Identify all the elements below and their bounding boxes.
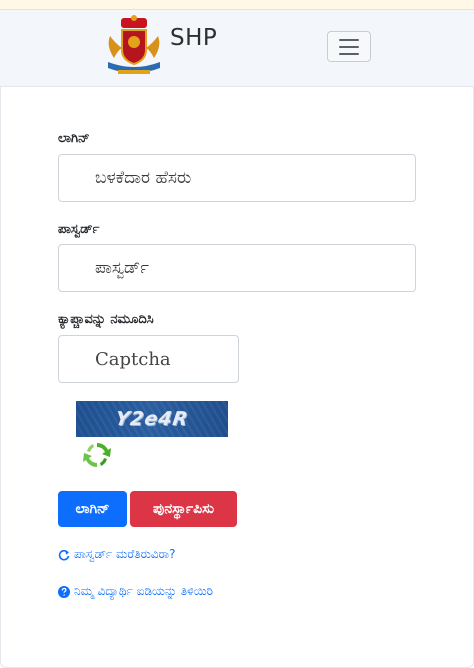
hamburger-menu-icon [339, 38, 359, 41]
brand[interactable]: SHP [104, 14, 217, 76]
forgot-password-link[interactable]: ಪಾಸ್ವರ್ಡ್ ಮರೆತಿರುವಿರಾ? [58, 547, 175, 562]
know-student-id-link[interactable]: ನಿಮ್ಮ ವಿದ್ಯಾರ್ಥಿ ಐಡಿಯನ್ನು ತಿಳಿಯಿರಿ [58, 584, 213, 599]
username-field[interactable]: ಬಳಕೆದಾರ ಹೆಸರು [58, 154, 416, 202]
captcha-text: Y2e4R [114, 408, 190, 430]
menu-toggle-button[interactable] [327, 31, 371, 62]
question-circle-icon [58, 585, 70, 598]
password-label: ಪಾಸ್ವರ್ಡ್ [58, 222, 100, 237]
captcha-label: ಕ್ಯಾಪ್ಚಾವನ್ನು ನಮೂದಿಸಿ [58, 312, 154, 327]
forgot-password-text: ಪಾಸ್ವರ್ಡ್ ಮರೆತಿರುವಿರಾ? [74, 547, 176, 561]
captcha-field[interactable]: Captcha [58, 335, 239, 383]
captcha-refresh-icon[interactable] [81, 439, 113, 471]
login-button[interactable]: ಲಾಗಿನ್ [58, 491, 127, 527]
refresh-icon [58, 549, 70, 560]
reset-button[interactable]: ಪುನರ್ಸ್ಥಾಪಿಸು [130, 491, 237, 527]
karnataka-emblem-icon [108, 15, 160, 74]
navbar: SHP [0, 10, 474, 86]
top-strip [0, 0, 474, 10]
brand-title: SHP [170, 25, 218, 51]
login-label: ಲಾಗಿನ್ [58, 131, 90, 146]
know-student-id-text: ನಿಮ್ಮ ವಿದ್ಯಾರ್ಥಿ ಐಡಿಯನ್ನು ತಿಳಿಯಿರಿ [74, 584, 213, 598]
captcha-image: Y2e4R [76, 401, 228, 437]
password-field[interactable]: ಪಾಸ್ವರ್ಡ್ [58, 244, 416, 292]
